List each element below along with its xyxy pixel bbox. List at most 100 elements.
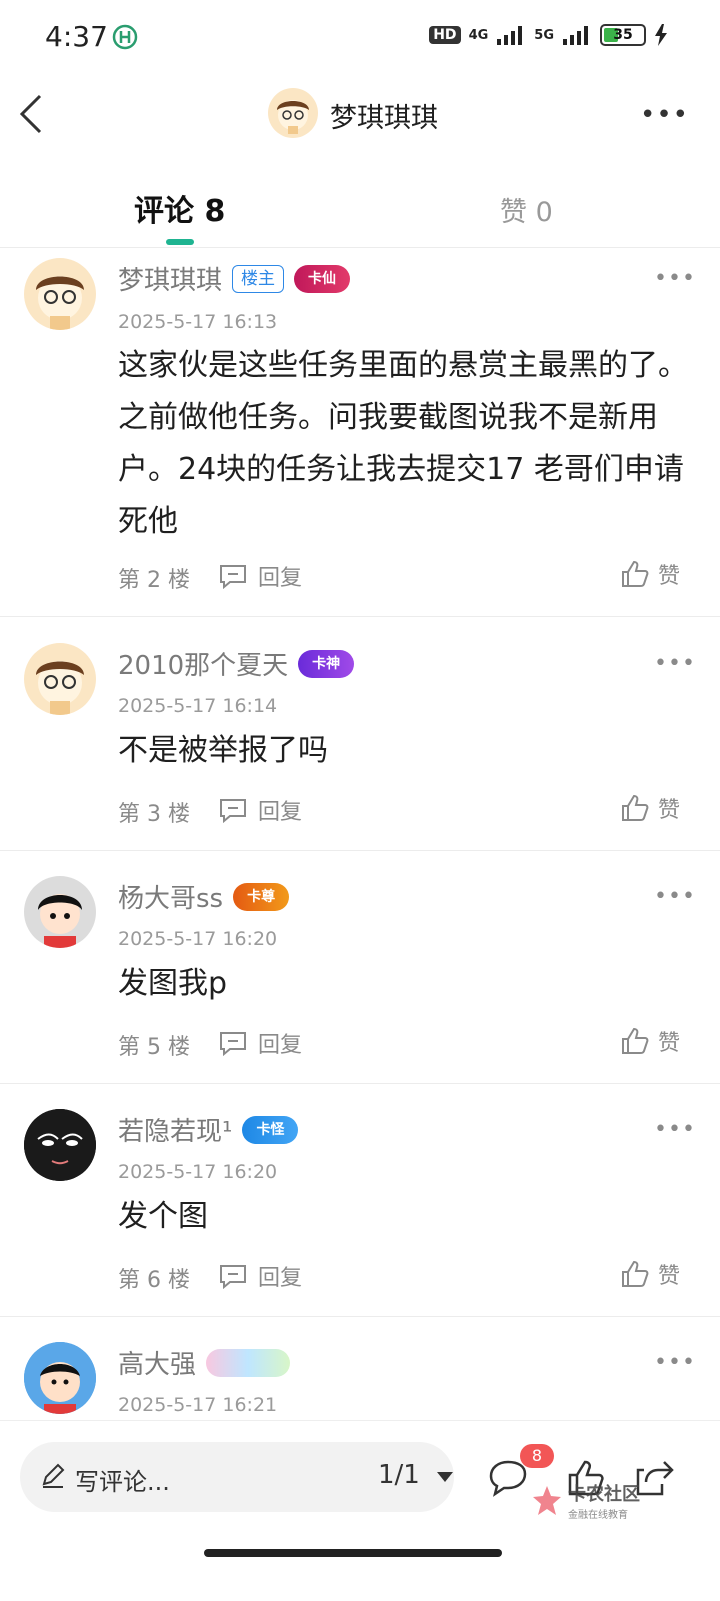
status-time: 4:37 [45,20,108,53]
comment-time: 2025-5-17 16:20 [118,1161,278,1183]
username-text: 梦琪琪琪 [118,266,223,296]
page-indicator[interactable]: 1/1 [378,1460,454,1490]
username-text: 高大强 [118,1350,197,1380]
reply-icon [220,565,246,589]
reply-button[interactable]: 回复 [218,1260,302,1292]
tab-divider [0,247,720,248]
reply-button[interactable]: 回复 [218,794,302,826]
status-bar: 4:37 HD 4G 5G 35 [0,0,720,70]
like-label: 赞 [658,564,681,589]
pencil-icon [40,1462,66,1492]
like-button[interactable]: 赞 [620,792,680,824]
rank-badge: 卡尊 [233,882,290,911]
comment-text: 这家伙是这些任务里面的悬赏主最黑的了。之前做他任务。问我要截图说我不是新用户。2… [118,348,688,539]
comment-count-badge: 8 [520,1444,554,1468]
tab-likes-label: 赞 [500,197,527,228]
battery-level: 35 [613,27,633,43]
charging-icon [655,24,667,46]
reply-label: 回复 [258,1266,303,1291]
thumbs-up-icon [622,794,649,821]
like-button[interactable]: 赞 [620,558,680,590]
back-button[interactable] [18,92,46,136]
reply-button[interactable]: 回复 [218,1027,302,1059]
tab-comments-count: 8 [204,194,226,229]
like-label: 赞 [658,798,681,823]
watermark: 卡农社区 金融在线教育 [530,1480,640,1521]
tab-comments-label: 评论 [134,194,194,229]
comment-divider [0,1083,720,1084]
username[interactable]: 梦琪琪琪 楼主 卡仙 [118,260,351,297]
comment-time: 2025-5-17 16:14 [118,695,278,717]
comment-text: 不是被举报了吗 [118,733,328,768]
chevron-left-icon [19,94,42,134]
username[interactable]: 杨大哥ss 卡尊 [118,878,290,915]
thumbs-up-icon [622,1260,649,1287]
comment-text: 发个图 [118,1199,208,1234]
page-title: 梦琪琪琪 [330,103,438,134]
battery-icon: 35 [600,24,646,46]
signal-icon-2 [563,26,588,45]
watermark-title: 卡农社区 [568,1484,640,1505]
tab-likes[interactable]: 赞 0 [500,190,553,229]
comment-input-placeholder: 写评论... [75,1468,170,1496]
page-indicator-text: 1/1 [378,1460,420,1490]
host-tag: 楼主 [232,264,285,293]
comment-more-button[interactable]: ••• [654,1350,696,1375]
comment-divider [0,1316,720,1317]
comments-button[interactable] [488,1458,528,1502]
comment-more-button[interactable]: ••• [654,651,696,676]
comment-text: 发图我p [118,966,228,1001]
floor-label: 第 6 楼 [118,1268,190,1293]
avatar[interactable] [24,876,96,948]
floor-label: 第 5 楼 [118,1035,190,1060]
comment-more-button[interactable]: ••• [654,266,696,291]
app-notification-icon [112,24,138,54]
comment-time: 2025-5-17 16:20 [118,928,278,950]
like-label: 赞 [658,1264,681,1289]
hd-icon: HD [429,26,461,44]
more-options-button[interactable]: ••• [640,100,689,130]
share-button[interactable] [634,1458,674,1502]
reply-label: 回复 [258,800,303,825]
signal-5g-label: 5G [534,27,554,43]
rank-badge-icon [206,1348,291,1377]
avatar[interactable] [24,643,96,715]
rank-badge: 卡仙 [294,264,351,293]
signal-icon [497,26,523,45]
comment-more-button[interactable]: ••• [654,1117,696,1142]
tab-likes-count: 0 [535,197,553,228]
comment-icon [489,1460,527,1497]
thumbs-up-icon [622,1027,649,1054]
reply-icon [220,799,246,823]
rank-badge: 卡怪 [242,1115,299,1144]
like-button[interactable]: 赞 [620,1258,680,1290]
status-icons: HD 4G 5G 35 [429,24,668,46]
reply-icon [220,1032,246,1056]
username-text: 若隐若现¹ [118,1117,233,1147]
like-button[interactable]: 赞 [620,1025,680,1057]
comment-divider [0,616,720,617]
tab-comments[interactable]: 评论 8 [134,186,225,230]
reply-label: 回复 [258,566,303,591]
username-text: 2010那个夏天 [118,651,289,681]
avatar[interactable] [24,1342,96,1414]
avatar[interactable] [24,258,96,330]
tab-active-indicator [166,239,194,245]
comment-divider [0,850,720,851]
thumbs-up-icon [622,560,649,587]
reply-button[interactable]: 回复 [218,560,302,592]
comment-more-button[interactable]: ••• [654,884,696,909]
avatar[interactable] [24,1109,96,1181]
username[interactable]: 高大强 [118,1344,291,1381]
signal-4g-label: 4G [468,27,489,43]
username[interactable]: 2010那个夏天 卡神 [118,645,355,682]
home-indicator[interactable] [204,1549,502,1557]
watermark-logo-icon [533,1485,561,1515]
comment-time: 2025-5-17 16:21 [118,1394,278,1416]
reply-icon [220,1265,246,1289]
watermark-subtitle: 金融在线教育 [568,1510,628,1521]
username-text: 杨大哥ss [118,884,224,914]
username[interactable]: 若隐若现¹ 卡怪 [118,1111,299,1148]
author-avatar[interactable] [268,88,318,138]
comment-time: 2025-5-17 16:13 [118,311,278,333]
